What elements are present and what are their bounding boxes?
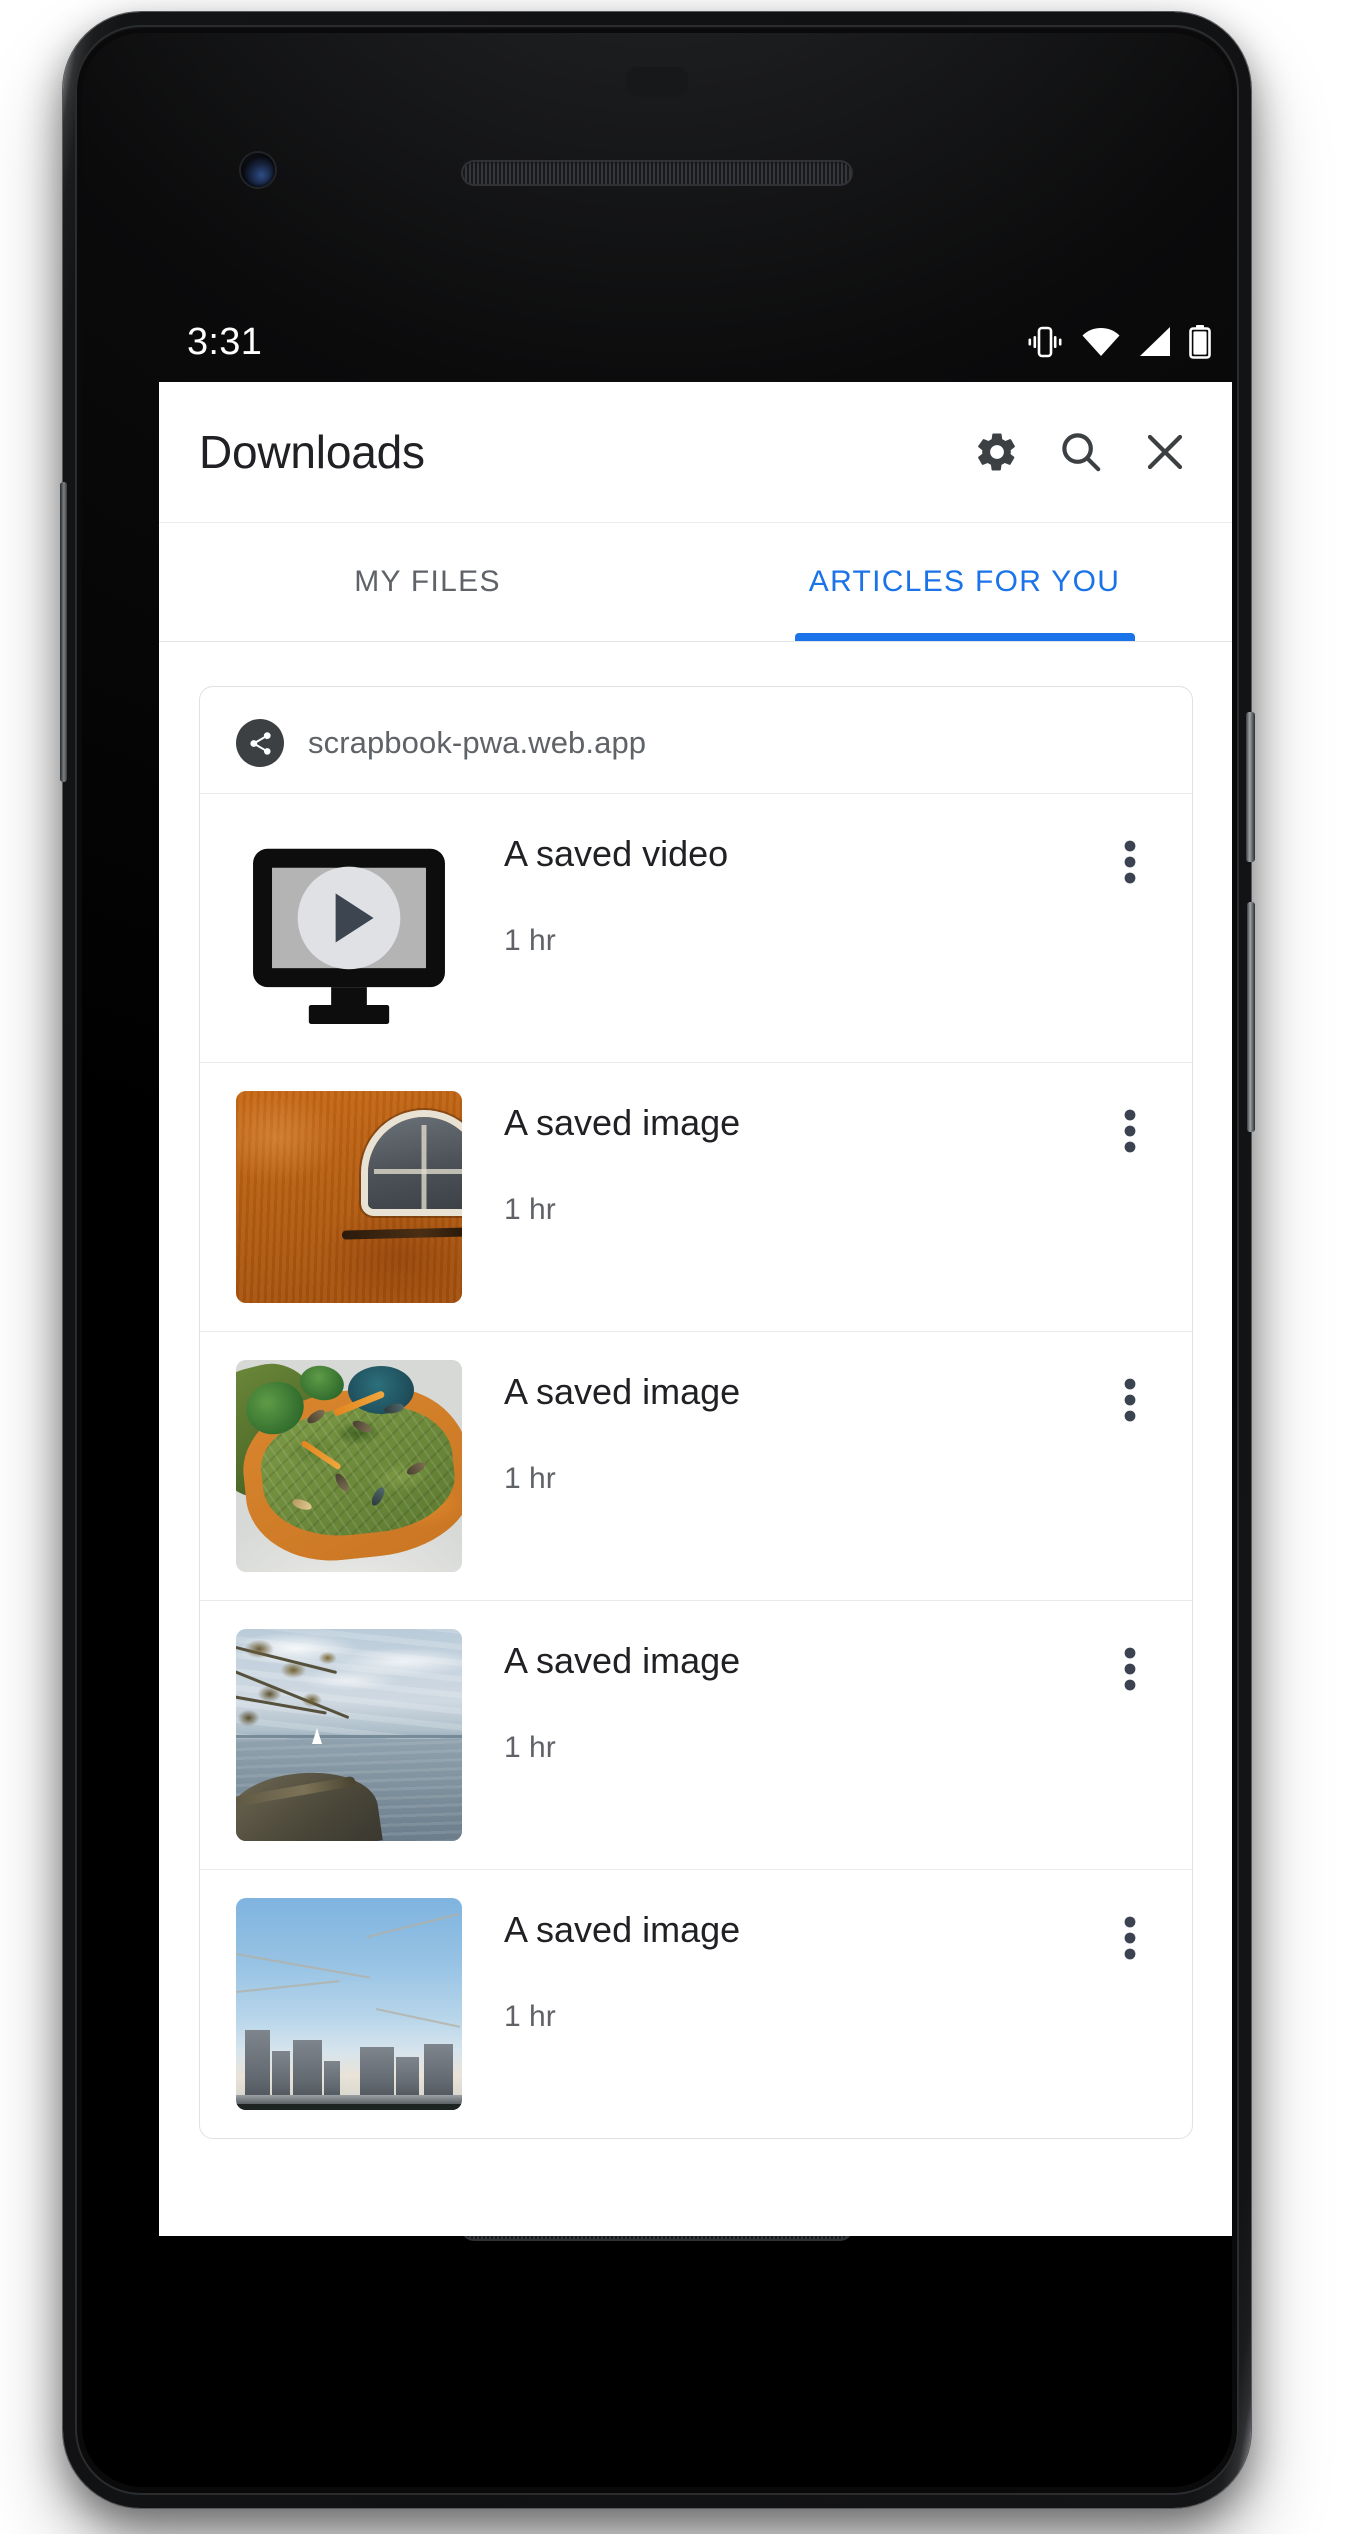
phone-display-glass: 3:31 Downloads MY FILES ARTICLES FOR YOU… [82,33,1232,2487]
list-item[interactable]: A saved image 1 hr [200,1331,1192,1600]
status-bar-icons [1026,325,1211,359]
battery-full-icon [1189,325,1211,359]
vibrate-mode-icon [1026,325,1064,359]
power-button[interactable] [1246,712,1255,862]
list-item-text: A saved video 1 hr [462,822,1094,956]
more-options-button[interactable] [1094,1902,1166,1974]
list-item-subtitle: 1 hr [504,923,556,957]
page-title: Downloads [199,426,425,478]
list-item-title: A saved video [504,834,729,874]
photo-orange-wall-arched-window [236,1091,462,1303]
more-options-icon [1124,839,1136,885]
app-bar: Downloads [159,382,1232,522]
tab-articles-for-you[interactable]: ARTICLES FOR YOU [696,523,1232,641]
sim-tray [60,482,67,782]
more-options-icon [1124,1108,1136,1154]
list-item-title: A saved image [504,1372,741,1412]
more-options-button[interactable] [1094,826,1166,898]
card-header: scrapbook-pwa.web.app [200,687,1192,793]
list-item-title: A saved image [504,1103,741,1143]
photo-lake-shoreline-sailboat [236,1629,462,1841]
list-item[interactable]: A saved video 1 hr [200,793,1192,1062]
more-options-icon [1124,1646,1136,1692]
suggestions-card: scrapbook-pwa.web.app A saved video 1 hr… [199,686,1193,2139]
articles-list-container: scrapbook-pwa.web.app A saved video 1 hr… [159,642,1232,2236]
search-icon [1057,428,1105,476]
list-item-subtitle: 1 hr [504,1461,556,1495]
status-bar-clock: 3:31 [187,321,263,363]
list-item-subtitle: 1 hr [504,1999,556,2033]
photo-avocado-toast-plate [236,1360,462,1572]
video-placeholder-icon [236,822,462,1034]
more-options-icon [1124,1915,1136,1961]
tab-my-files[interactable]: MY FILES [159,523,696,641]
list-item-subtitle: 1 hr [504,1730,556,1764]
tab-bar: MY FILES ARTICLES FOR YOU [159,522,1232,642]
list-item-text: A saved image 1 hr [462,1091,1094,1225]
wifi-full-icon [1081,326,1121,358]
more-options-button[interactable] [1094,1633,1166,1705]
more-options-icon [1124,1377,1136,1423]
close-button[interactable] [1123,410,1207,494]
list-item-title: A saved image [504,1910,741,1950]
list-item-text: A saved image 1 hr [462,1898,1094,2032]
top-sensor-nub [626,67,688,97]
share-icon [236,719,284,767]
photo-city-skyline-blossoms [236,1898,462,2110]
tab-active-indicator [794,633,1135,641]
gear-icon [974,429,1020,475]
card-header-origin: scrapbook-pwa.web.app [308,725,647,760]
status-bar: 3:31 [159,303,1232,381]
list-item-text: A saved image 1 hr [462,1629,1094,1763]
close-icon [1141,428,1189,476]
list-item[interactable]: A saved image 1 hr [200,1869,1192,2138]
list-item-text: A saved image 1 hr [462,1360,1094,1494]
tab-articles-for-you-label: ARTICLES FOR YOU [808,565,1121,598]
settings-button[interactable] [955,410,1039,494]
list-item-title: A saved image [504,1641,741,1681]
front-camera [241,153,275,187]
more-options-button[interactable] [1094,1364,1166,1436]
volume-rocker-button[interactable] [1247,902,1255,1132]
cellular-signal-icon [1138,326,1172,358]
search-button[interactable] [1039,410,1123,494]
phone-bezel: 3:31 Downloads MY FILES ARTICLES FOR YOU… [75,25,1239,2495]
list-item[interactable]: A saved image 1 hr [200,1062,1192,1331]
more-options-button[interactable] [1094,1095,1166,1167]
phone-device-frame: 3:31 Downloads MY FILES ARTICLES FOR YOU… [60,12,1255,2508]
app-screen: Downloads MY FILES ARTICLES FOR YOU scra… [159,382,1232,2236]
earpiece-speaker-grille [461,160,853,186]
list-item-subtitle: 1 hr [504,1192,556,1226]
list-item[interactable]: A saved image 1 hr [200,1600,1192,1869]
